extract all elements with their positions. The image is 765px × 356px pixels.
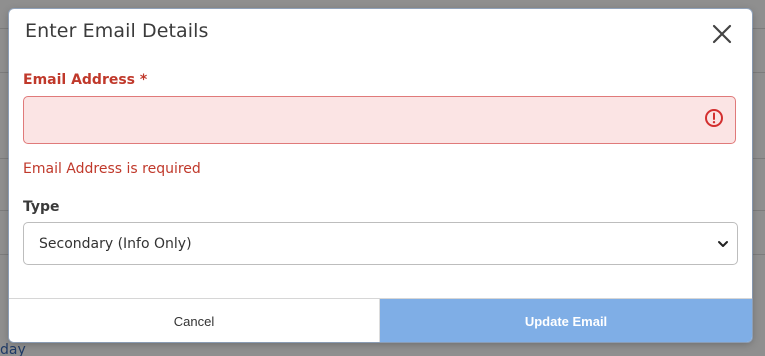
email-address-input[interactable] (23, 96, 736, 144)
modal-footer: Cancel Update Email (9, 298, 752, 342)
close-icon (712, 24, 732, 44)
chevron-down-icon (718, 241, 728, 247)
type-select[interactable]: Secondary (Info Only) (23, 222, 738, 265)
update-email-button[interactable]: Update Email (380, 299, 752, 342)
email-error-message: Email Address is required (23, 161, 201, 177)
email-address-label: Email Address * (23, 72, 148, 88)
background-column-divider (752, 28, 753, 298)
alert-circle-icon (705, 109, 723, 127)
type-label: Type (23, 199, 60, 215)
modal-title: Enter Email Details (25, 20, 209, 42)
type-select-value: Secondary (Info Only) (39, 236, 192, 252)
cancel-button[interactable]: Cancel (9, 299, 380, 342)
close-button[interactable] (709, 21, 735, 47)
background-partial-text: day (0, 342, 26, 356)
email-details-modal: Enter Email Details Email Address * Emai… (9, 9, 752, 342)
